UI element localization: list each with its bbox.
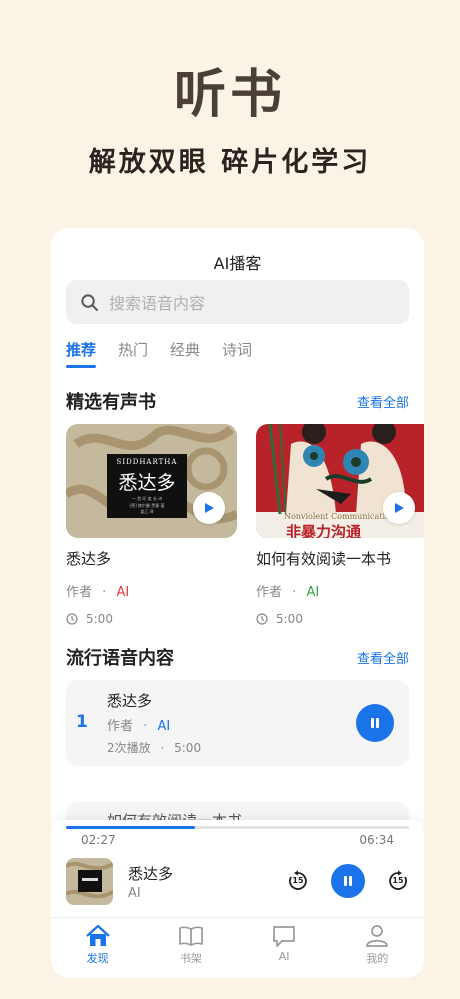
author-label: 作者 [256,585,283,600]
featured-header: 精选有声书 查看全部 [66,388,409,414]
list-item[interactable]: 1 悉达多 作者 · AI 2次播放 · 5:00 [66,680,409,766]
author-label: 作者 [107,719,134,734]
nav-item-bookshelf[interactable]: 书架 [144,918,237,978]
item-duration: 5:00 [174,741,202,755]
forward-label: 15 [392,876,404,885]
nav-label: AI [278,950,290,963]
nav-label: 书架 [179,952,202,965]
book-title: 如何有效阅读一本书 [256,550,392,568]
author-name: AI [157,719,171,734]
app-title: AI播客 [213,254,262,273]
author-name: AI [306,585,320,600]
pause-button[interactable] [356,704,394,742]
bottom-nav: 发现 书架 AI 我的 [51,917,424,978]
popular-header: 流行语音内容 查看全部 [66,644,409,670]
nav-item-ai[interactable]: AI [238,918,331,978]
home-icon [85,924,110,946]
nav-label: 发现 [86,952,109,965]
mini-player: 02:27 06:34 悉达多 AI 15 15 [51,820,424,917]
book-title: 悉达多 [66,550,112,568]
chat-icon [273,926,295,947]
player-title: 悉达多 [128,865,174,883]
forward-15-button[interactable]: 15 [387,870,409,896]
total-time: 06:34 [359,833,394,847]
play-count: 2次播放 [107,741,151,755]
category-tabs: 推荐 热门 经典 诗词 [66,339,252,368]
player-cover [66,858,113,905]
cover-translator: 姜乙 译 [140,509,154,514]
book-card[interactable]: Nonviolent Communication 非暴力沟通 如何有效阅读一本书… [256,424,424,626]
hero-subtitle: 解放双眼 碎片化学习 [88,147,372,178]
clock-icon [66,613,78,625]
pause-icon [371,718,379,728]
rewind-15-button[interactable]: 15 [287,870,309,896]
play-button[interactable] [383,492,415,524]
play-button[interactable] [193,492,225,524]
popular-title: 流行语音内容 [66,648,174,669]
play-icon [205,503,214,513]
search-icon [81,293,99,311]
book-icon [179,926,203,946]
search-input[interactable]: 搜索语音内容 [66,280,409,324]
featured-see-all-link[interactable]: 查看全部 [357,392,409,411]
featured-title: 精选有声书 [66,392,156,413]
tab-hot[interactable]: 热门 [118,339,148,368]
rank-number: 1 [76,712,88,732]
app-screen: AI播客 搜索语音内容 推荐 热门 经典 诗词 精选有声书 查看全部 SIDDH… [51,228,424,978]
nav-label: 我的 [366,952,389,965]
cover-tagline: 一 首 印 度 长 诗 [131,496,163,501]
user-icon [366,925,389,947]
item-author: 作者 · AI [107,719,171,734]
search-placeholder: 搜索语音内容 [109,294,206,313]
current-time: 02:27 [81,833,116,847]
duration-text: 5:00 [276,612,303,626]
player-author: AI [128,886,141,901]
book-card[interactable]: SIDDHARTHA 悉达多 一 首 印 度 长 诗 [德] 赫尔曼·黑塞 著 … [66,424,237,626]
author-name: AI [116,585,130,600]
cover-zh-title: 悉达多 [118,472,176,494]
progress-bar[interactable] [66,826,409,829]
rewind-label: 15 [292,876,304,885]
progress-fill [66,826,195,829]
tab-classic[interactable]: 经典 [170,339,200,368]
hero-title: 听书 [173,65,286,125]
tab-poetry[interactable]: 诗词 [222,339,252,368]
clock-icon [256,613,268,625]
play-icon [395,503,404,513]
book-cover-nvc: Nonviolent Communication 非暴力沟通 [256,424,424,538]
player-pause-button[interactable] [331,864,365,898]
book-cover-siddhartha: SIDDHARTHA 悉达多 一 首 印 度 长 诗 [德] 赫尔曼·黑塞 著 … [66,424,237,538]
popular-see-all-link[interactable]: 查看全部 [357,648,409,667]
book-duration: 5:00 [256,612,424,626]
cover-art [66,858,113,905]
nav-item-discover[interactable]: 发现 [51,918,144,978]
duration-text: 5:00 [86,612,113,626]
book-author: 作者 · AI [256,585,320,600]
tab-recommend[interactable]: 推荐 [66,339,97,368]
book-author: 作者 · AI [66,585,130,600]
nav-item-profile[interactable]: 我的 [331,918,424,978]
author-label: 作者 [66,585,93,600]
item-meta: 2次播放 · 5:00 [107,741,202,755]
pause-icon [344,876,352,886]
cover-zh-title: 非暴力沟通 [286,523,362,538]
item-title: 悉达多 [107,692,153,710]
book-duration: 5:00 [66,612,237,626]
cover-en-title: SIDDHARTHA [116,458,178,466]
